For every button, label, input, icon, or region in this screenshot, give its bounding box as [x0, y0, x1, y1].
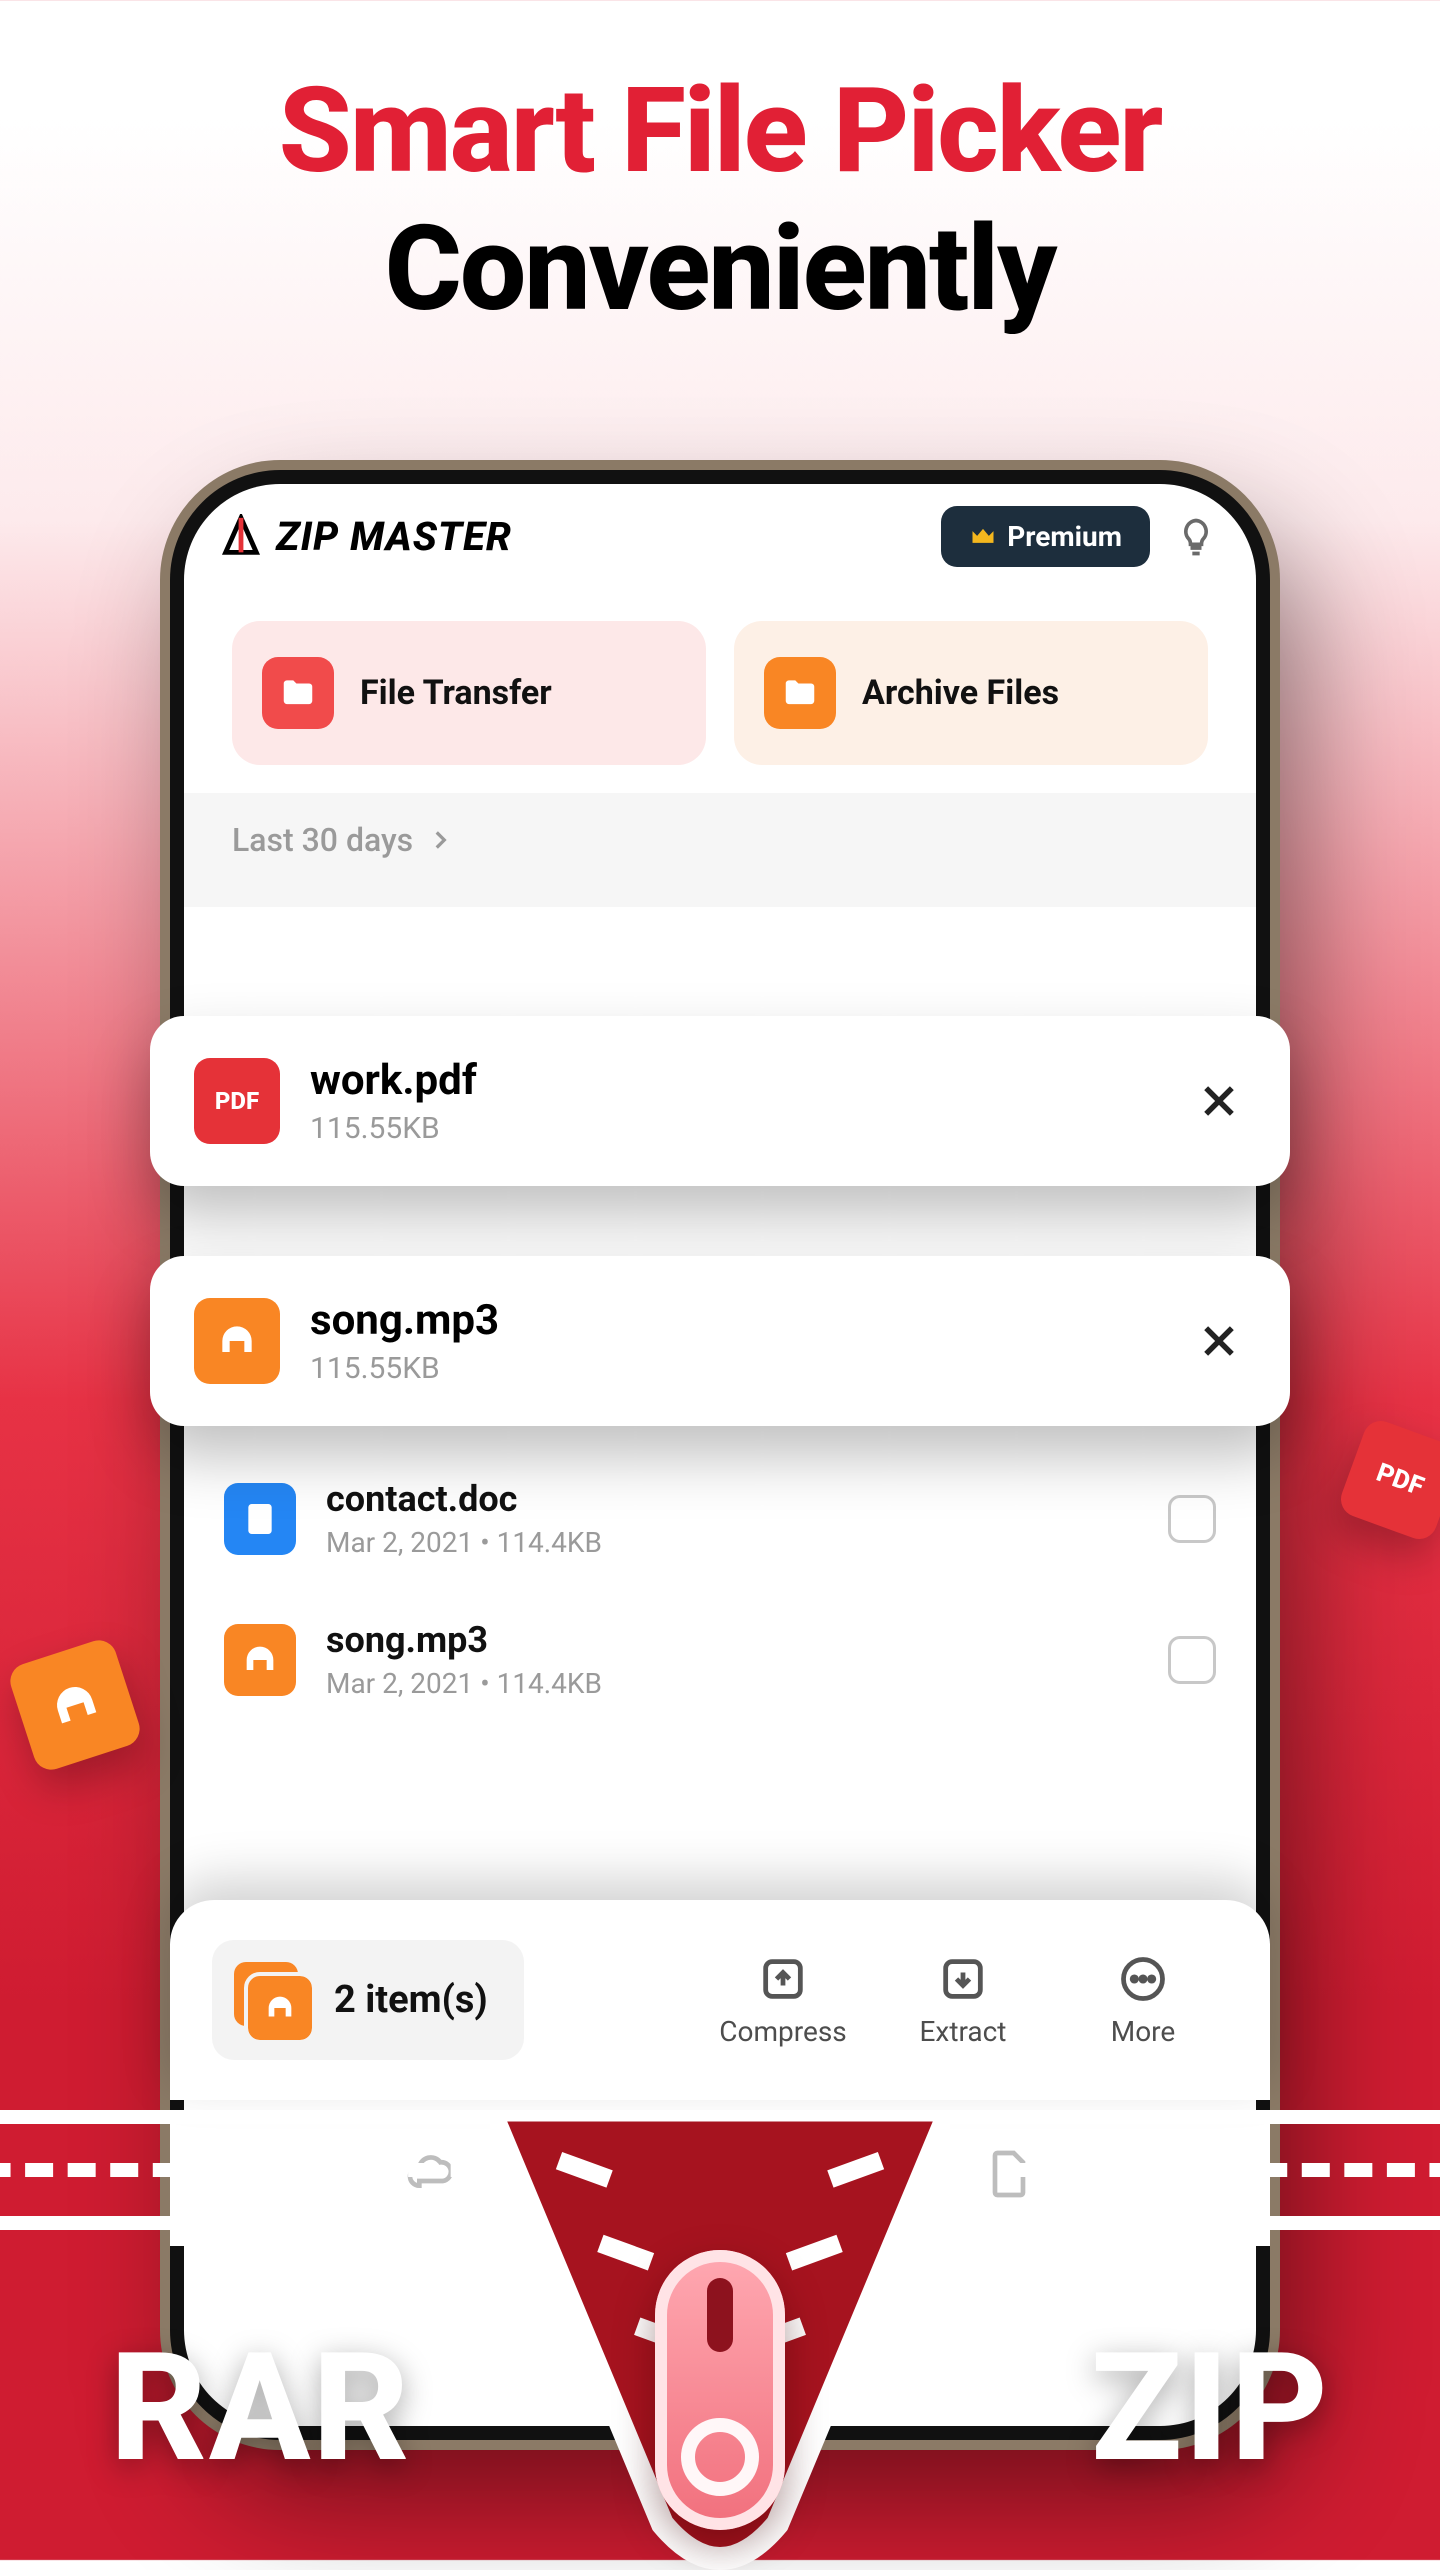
extract-button[interactable]: Extract [878, 1953, 1048, 2048]
lightbulb-icon [1174, 515, 1218, 559]
selection-count-pill[interactable]: 2 item(s) [212, 1940, 524, 2060]
file-doc-icon [224, 1483, 296, 1555]
file-checkbox[interactable] [1168, 1495, 1216, 1543]
footer-rar: RAR [110, 2320, 411, 2496]
remove-selection-button[interactable] [1192, 1314, 1246, 1368]
file-meta: Mar 2, 2021 • 114.4KB [326, 1526, 1138, 1559]
selection-action-bar: 2 item(s) Compress Extract More [170, 1900, 1270, 2100]
app-brand-text: ZIP Master [276, 513, 512, 560]
feature-file-transfer-label: File Transfer [360, 673, 552, 713]
crown-icon [969, 523, 997, 551]
decor-pdf-chip: PDF [1336, 1416, 1440, 1544]
app-brand: ZIP Master [218, 513, 512, 560]
selection-count-label: 2 item(s) [334, 1978, 488, 2022]
file-row[interactable]: song.mp3 Mar 2, 2021 • 114.4KB [184, 1589, 1256, 1730]
bottom-nav-peek [170, 2120, 1270, 2246]
selected-file-card[interactable]: song.mp3 115.55KB [150, 1256, 1290, 1426]
filter-label: Last 30 days [232, 821, 413, 859]
more-label: More [1111, 2015, 1176, 2048]
download-box-icon [937, 1953, 989, 2005]
hint-button[interactable] [1170, 511, 1222, 563]
filter-last-30-days[interactable]: Last 30 days [184, 793, 1256, 907]
file-row[interactable]: contact.doc Mar 2, 2021 • 114.4KB [184, 1448, 1256, 1589]
folder-icon [692, 2146, 748, 2202]
remove-selection-button[interactable] [1192, 1074, 1246, 1128]
marketing-headline: Smart File Picker Conveniently [0, 70, 1440, 332]
more-button[interactable]: More [1058, 1953, 1228, 2048]
extract-label: Extract [920, 2015, 1007, 2048]
premium-label: Premium [1007, 520, 1122, 553]
selected-file-name: song.mp3 [310, 1296, 1162, 1345]
file-name: contact.doc [326, 1478, 1138, 1520]
file-name: song.mp3 [326, 1619, 1138, 1661]
feature-archive-files[interactable]: Archive Files [734, 621, 1208, 765]
file-pdf-icon: PDF [194, 1058, 280, 1144]
compress-label: Compress [719, 2015, 846, 2048]
file-music-icon [224, 1624, 296, 1696]
feature-row: File Transfer Archive Files [184, 583, 1256, 793]
premium-button[interactable]: Premium [941, 506, 1150, 567]
upload-box-icon [757, 1953, 809, 2005]
file-meta: Mar 2, 2021 • 114.4KB [326, 1667, 1138, 1700]
selected-file-card[interactable]: PDF work.pdf 115.55KB [150, 1016, 1290, 1186]
decor-music-chip [6, 1636, 145, 1775]
selected-file-size: 115.55KB [310, 1111, 1162, 1146]
selected-file-name: work.pdf [310, 1056, 1162, 1105]
app-topbar: ZIP Master Premium [184, 484, 1256, 583]
compress-button[interactable]: Compress [698, 1953, 868, 2048]
pdf-badge-text: PDF [215, 1087, 259, 1115]
headline-line-2: Conveniently [0, 208, 1440, 332]
file-music-icon [194, 1298, 280, 1384]
chevron-right-icon [427, 827, 453, 853]
folder-zip-icon [764, 657, 836, 729]
cloud-icon [403, 2146, 459, 2202]
folder-sync-icon [262, 657, 334, 729]
close-icon [1197, 1319, 1241, 1363]
more-circle-icon [1117, 1953, 1169, 2005]
zipper-pull-icon [655, 2250, 785, 2530]
file-icon [981, 2146, 1037, 2202]
file-checkbox[interactable] [1168, 1636, 1216, 1684]
footer-zip: ZIP [1091, 2320, 1330, 2496]
feature-file-transfer[interactable]: File Transfer [232, 621, 706, 765]
headline-line-1: Smart File Picker [0, 70, 1440, 194]
feature-archive-files-label: Archive Files [862, 673, 1059, 713]
app-logo-icon [218, 514, 264, 560]
close-icon [1197, 1079, 1241, 1123]
selected-file-size: 115.55KB [310, 1351, 1162, 1386]
selection-stack-icon [234, 1962, 310, 2038]
